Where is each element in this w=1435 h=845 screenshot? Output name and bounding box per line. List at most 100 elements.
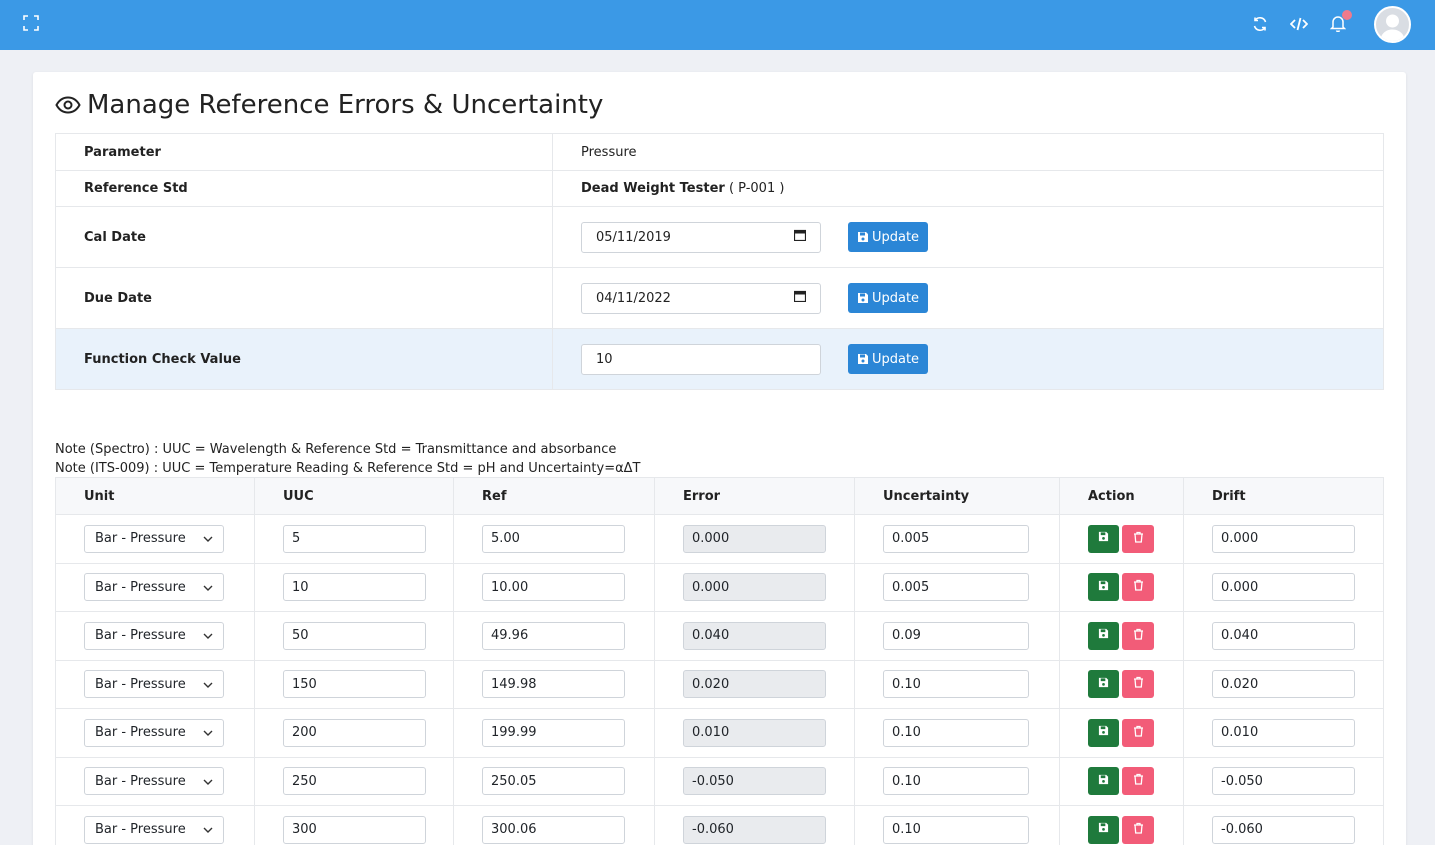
function-check-row: Function Check Value 10 Update — [55, 328, 1384, 390]
save-icon — [857, 293, 868, 303]
eye-icon — [55, 95, 81, 115]
error-field: -0.060 — [683, 815, 826, 844]
uncertainty-input[interactable]: 0.005 — [883, 524, 1029, 553]
drift-input[interactable]: 0.020 — [1212, 670, 1355, 699]
due-date-update-button[interactable]: Update — [848, 283, 928, 313]
cal-date-update-button[interactable]: Update — [848, 222, 928, 252]
col-ref: Ref — [453, 477, 655, 515]
cal-date-input[interactable]: 05/11/2019 — [581, 221, 821, 253]
avatar[interactable] — [1374, 6, 1411, 43]
table-row: Bar - Pressure 10 10.00 0.000 0.005 0.000 — [55, 562, 1384, 612]
unit-select[interactable]: Bar - Pressure — [84, 524, 224, 553]
due-date-input[interactable]: 04/11/2022 — [581, 282, 821, 314]
reference-std-label: Reference Std — [55, 170, 553, 207]
delete-button[interactable] — [1122, 767, 1154, 796]
code-icon[interactable] — [1288, 14, 1310, 34]
save-button[interactable] — [1088, 718, 1119, 747]
ref-input[interactable]: 250.05 — [482, 767, 625, 796]
uuc-input[interactable]: 5 — [283, 524, 426, 553]
save-button[interactable] — [1088, 621, 1119, 650]
delete-button[interactable] — [1122, 621, 1154, 650]
chevron-down-icon — [203, 580, 213, 595]
ref-input[interactable]: 300.06 — [482, 815, 625, 844]
ref-input[interactable]: 10.00 — [482, 573, 625, 602]
ref-input[interactable]: 199.99 — [482, 718, 625, 747]
error-field: -0.050 — [683, 767, 826, 796]
delete-button[interactable] — [1122, 718, 1154, 747]
save-button[interactable] — [1088, 573, 1119, 602]
calendar-icon[interactable] — [793, 229, 807, 245]
reference-std-value: Dead Weight Tester ( P-001 ) — [552, 170, 1384, 207]
chevron-down-icon — [203, 628, 213, 643]
save-icon — [1098, 774, 1109, 789]
uuc-input[interactable]: 250 — [283, 767, 426, 796]
delete-button[interactable] — [1122, 524, 1154, 553]
uuc-input[interactable]: 200 — [283, 718, 426, 747]
save-button[interactable] — [1088, 767, 1119, 796]
drift-input[interactable]: 0.000 — [1212, 524, 1355, 553]
ref-input[interactable]: 49.96 — [482, 621, 625, 650]
trash-icon — [1133, 822, 1144, 838]
save-icon — [1098, 677, 1109, 692]
uncertainty-input[interactable]: 0.10 — [883, 718, 1029, 747]
save-button[interactable] — [1088, 524, 1119, 553]
save-icon — [1098, 725, 1109, 740]
uncertainty-input[interactable]: 0.09 — [883, 621, 1029, 650]
unit-select[interactable]: Bar - Pressure — [84, 621, 224, 650]
uuc-input[interactable]: 150 — [283, 670, 426, 699]
delete-button[interactable] — [1122, 573, 1154, 602]
refresh-icon[interactable] — [1250, 14, 1270, 34]
uuc-input[interactable]: 50 — [283, 621, 426, 650]
note-its: Note (ITS-009) : UUC = Temperature Readi… — [55, 461, 641, 476]
save-icon — [857, 232, 868, 242]
calendar-icon[interactable] — [793, 290, 807, 306]
top-navbar — [0, 0, 1435, 50]
chevron-down-icon — [203, 822, 213, 837]
chevron-down-icon — [203, 531, 213, 546]
uncertainty-input[interactable]: 0.10 — [883, 670, 1029, 699]
function-check-input[interactable]: 10 — [581, 343, 821, 375]
uncertainty-input[interactable]: 0.005 — [883, 573, 1029, 602]
table-row: Bar - Pressure 300 300.06 -0.060 0.10 -0.060 — [55, 805, 1384, 845]
uuc-input[interactable]: 300 — [283, 815, 426, 844]
delete-button[interactable] — [1122, 670, 1154, 699]
save-button[interactable] — [1088, 815, 1119, 844]
error-field: 0.000 — [683, 524, 826, 553]
page-title: Manage Reference Errors & Uncertainty — [55, 87, 603, 123]
uncertainty-input[interactable]: 0.10 — [883, 815, 1029, 844]
cal-date-label: Cal Date — [55, 206, 553, 268]
unit-select[interactable]: Bar - Pressure — [84, 767, 224, 796]
delete-button[interactable] — [1122, 815, 1154, 844]
drift-input[interactable]: 0.000 — [1212, 573, 1355, 602]
error-field: 0.040 — [683, 621, 826, 650]
function-check-update-button[interactable]: Update — [848, 344, 928, 374]
uuc-input[interactable]: 10 — [283, 573, 426, 602]
uncertainty-input[interactable]: 0.10 — [883, 767, 1029, 796]
ref-input[interactable]: 5.00 — [482, 524, 625, 553]
col-unit: Unit — [55, 477, 255, 515]
drift-input[interactable]: 0.010 — [1212, 718, 1355, 747]
drift-input[interactable]: 0.040 — [1212, 621, 1355, 650]
due-date-label: Due Date — [55, 267, 553, 329]
table-header: Unit UUC Ref Error Uncertainty Action Dr… — [55, 477, 1384, 515]
error-field: 0.000 — [683, 573, 826, 602]
col-error: Error — [654, 477, 855, 515]
drift-input[interactable]: -0.050 — [1212, 767, 1355, 796]
unit-select[interactable]: Bar - Pressure — [84, 718, 224, 747]
parameter-row: Parameter Pressure — [55, 133, 1384, 171]
chevron-down-icon — [203, 774, 213, 789]
unit-select[interactable]: Bar - Pressure — [84, 573, 224, 602]
unit-select[interactable]: Bar - Pressure — [84, 670, 224, 699]
save-button[interactable] — [1088, 670, 1119, 699]
unit-select[interactable]: Bar - Pressure — [84, 815, 224, 844]
table-row: Bar - Pressure 5 5.00 0.000 0.005 0.000 — [55, 514, 1384, 564]
save-icon — [1098, 580, 1109, 595]
drift-input[interactable]: -0.060 — [1212, 815, 1355, 844]
fullscreen-icon[interactable] — [22, 14, 40, 32]
col-action: Action — [1059, 477, 1184, 515]
trash-icon — [1133, 676, 1144, 692]
col-uuc: UUC — [254, 477, 454, 515]
cal-date-value: 05/11/2019 — [596, 229, 671, 245]
ref-input[interactable]: 149.98 — [482, 670, 625, 699]
trash-icon — [1133, 579, 1144, 595]
